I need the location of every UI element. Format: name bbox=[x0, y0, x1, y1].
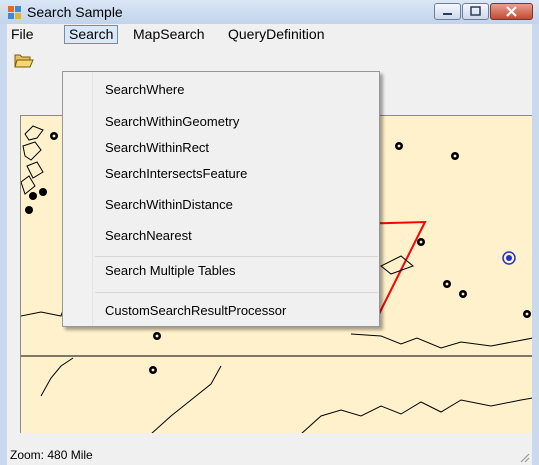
close-button[interactable] bbox=[490, 3, 533, 20]
app-icon bbox=[8, 6, 21, 19]
menu-bar: File Search MapSearch QueryDefinition bbox=[7, 24, 532, 45]
maximize-button[interactable] bbox=[462, 3, 489, 20]
menu-item-searchwithinrect[interactable]: SearchWithinRect bbox=[105, 140, 209, 156]
minimize-icon bbox=[443, 13, 452, 15]
maximize-icon bbox=[470, 6, 481, 16]
menu-querydefinition[interactable]: QueryDefinition bbox=[224, 26, 329, 43]
minimize-button[interactable] bbox=[434, 3, 461, 20]
menu-item-searchwhere[interactable]: SearchWhere bbox=[105, 82, 184, 98]
menu-gutter bbox=[63, 72, 93, 326]
menu-item-searchwithindistance[interactable]: SearchWithinDistance bbox=[105, 197, 233, 213]
menu-item-search-multiple-tables[interactable]: Search Multiple Tables bbox=[105, 263, 236, 279]
menu-file[interactable]: File bbox=[7, 26, 38, 43]
menu-item-searchnearest[interactable]: SearchNearest bbox=[105, 228, 192, 244]
app-window: Search Sample File Search MapSearch Quer… bbox=[0, 0, 539, 465]
menu-separator bbox=[95, 256, 378, 257]
menu-item-customsearchresultprocessor[interactable]: CustomSearchResultProcessor bbox=[105, 303, 286, 319]
status-bar: Zoom: 480 Mile bbox=[7, 445, 532, 465]
resize-grip-icon[interactable] bbox=[518, 451, 530, 463]
menu-item-searchintersectsfeature[interactable]: SearchIntersectsFeature bbox=[105, 166, 247, 182]
search-dropdown-menu: SearchWhere SearchWithinGeometry SearchW… bbox=[62, 71, 380, 327]
open-folder-icon[interactable] bbox=[13, 51, 35, 71]
menu-mapsearch[interactable]: MapSearch bbox=[129, 26, 209, 43]
menu-separator bbox=[95, 292, 378, 293]
zoom-status: Zoom: 480 Mile bbox=[10, 448, 93, 462]
window-title: Search Sample bbox=[27, 4, 123, 20]
menu-item-searchwithingeometry[interactable]: SearchWithinGeometry bbox=[105, 114, 239, 130]
search-center-marker bbox=[502, 251, 516, 265]
title-bar[interactable]: Search Sample bbox=[0, 0, 539, 24]
close-icon bbox=[506, 6, 517, 17]
menu-search[interactable]: Search bbox=[64, 25, 119, 44]
